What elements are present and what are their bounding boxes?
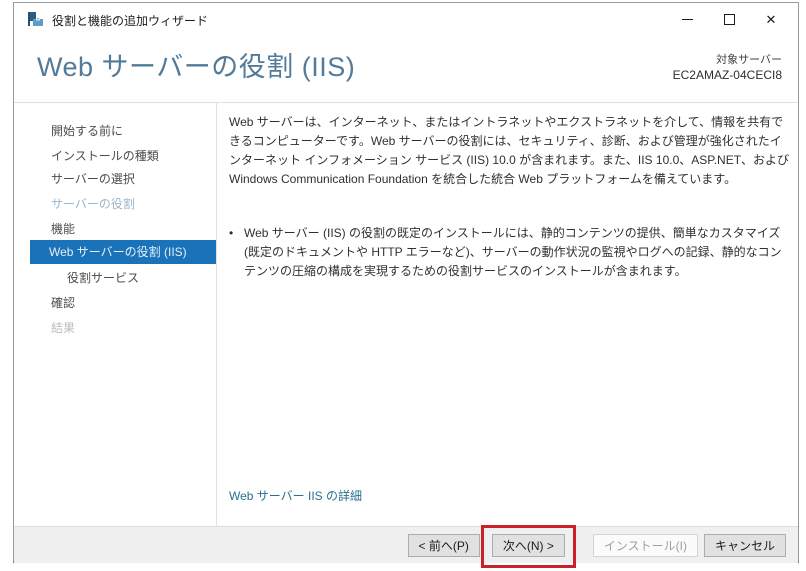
next-button[interactable]: 次へ(N) >	[491, 533, 565, 557]
sidebar-item-server-selection[interactable]: サーバーの選択	[30, 167, 216, 192]
bullet-icon: •	[229, 226, 234, 240]
sidebar-item-confirmation[interactable]: 確認	[30, 291, 216, 316]
wizard-footer: < 前へ(P) 次へ(N) > インストール(I) キャンセル	[14, 524, 798, 568]
sidebar-item-server-roles[interactable]: サーバーの役割	[30, 192, 216, 217]
intro-paragraph: Web サーバーは、インターネット、またはイントラネットやエクストラネットを介し…	[229, 115, 790, 186]
maximize-button[interactable]	[708, 3, 750, 36]
cancel-button[interactable]: キャンセル	[703, 533, 786, 557]
sidebar-item-web-server-role-iis[interactable]: Web サーバーの役割 (IIS)	[30, 240, 216, 264]
window-controls: ✕	[666, 3, 792, 36]
page-title: Web サーバーの役割 (IIS)	[37, 52, 356, 82]
title-bar: 役割と機能の追加ウィザード ✕	[14, 3, 798, 36]
install-button: インストール(I)	[592, 533, 698, 557]
wizard-icon	[28, 12, 43, 26]
sidebar-item-features[interactable]: 機能	[30, 217, 216, 242]
target-server-name: EC2AMAZ-04CECI8	[672, 68, 782, 82]
previous-button[interactable]: < 前へ(P)	[407, 533, 480, 557]
web-server-iis-details-link[interactable]: Web サーバー IIS の詳細	[229, 487, 362, 504]
sidebar-item-role-services[interactable]: 役割サービス	[30, 266, 216, 291]
target-server-block: 対象サーバー EC2AMAZ-04CECI8	[673, 53, 782, 83]
window-title: 役割と機能の追加ウィザード	[52, 14, 209, 28]
close-button[interactable]: ✕	[750, 3, 792, 36]
minimize-button[interactable]	[666, 3, 708, 36]
target-server-label: 対象サーバー	[716, 54, 782, 66]
default-install-bullet: • Web サーバー (IIS) の役割の既定のインストールには、静的コンテンツ…	[229, 224, 791, 281]
sidebar-divider	[216, 103, 217, 526]
wizard-window: 役割と機能の追加ウィザード ✕ Web サーバーの役割 (IIS) 対象サーバー…	[13, 2, 799, 568]
header-divider	[14, 102, 798, 103]
sidebar-item-before-you-begin[interactable]: 開始する前に	[30, 119, 216, 144]
bullet-text: Web サーバー (IIS) の役割の既定のインストールには、静的コンテンツの提…	[244, 226, 782, 278]
sidebar-item-results: 結果	[51, 321, 76, 335]
sidebar-item-installation-type[interactable]: インストールの種類	[30, 144, 216, 169]
